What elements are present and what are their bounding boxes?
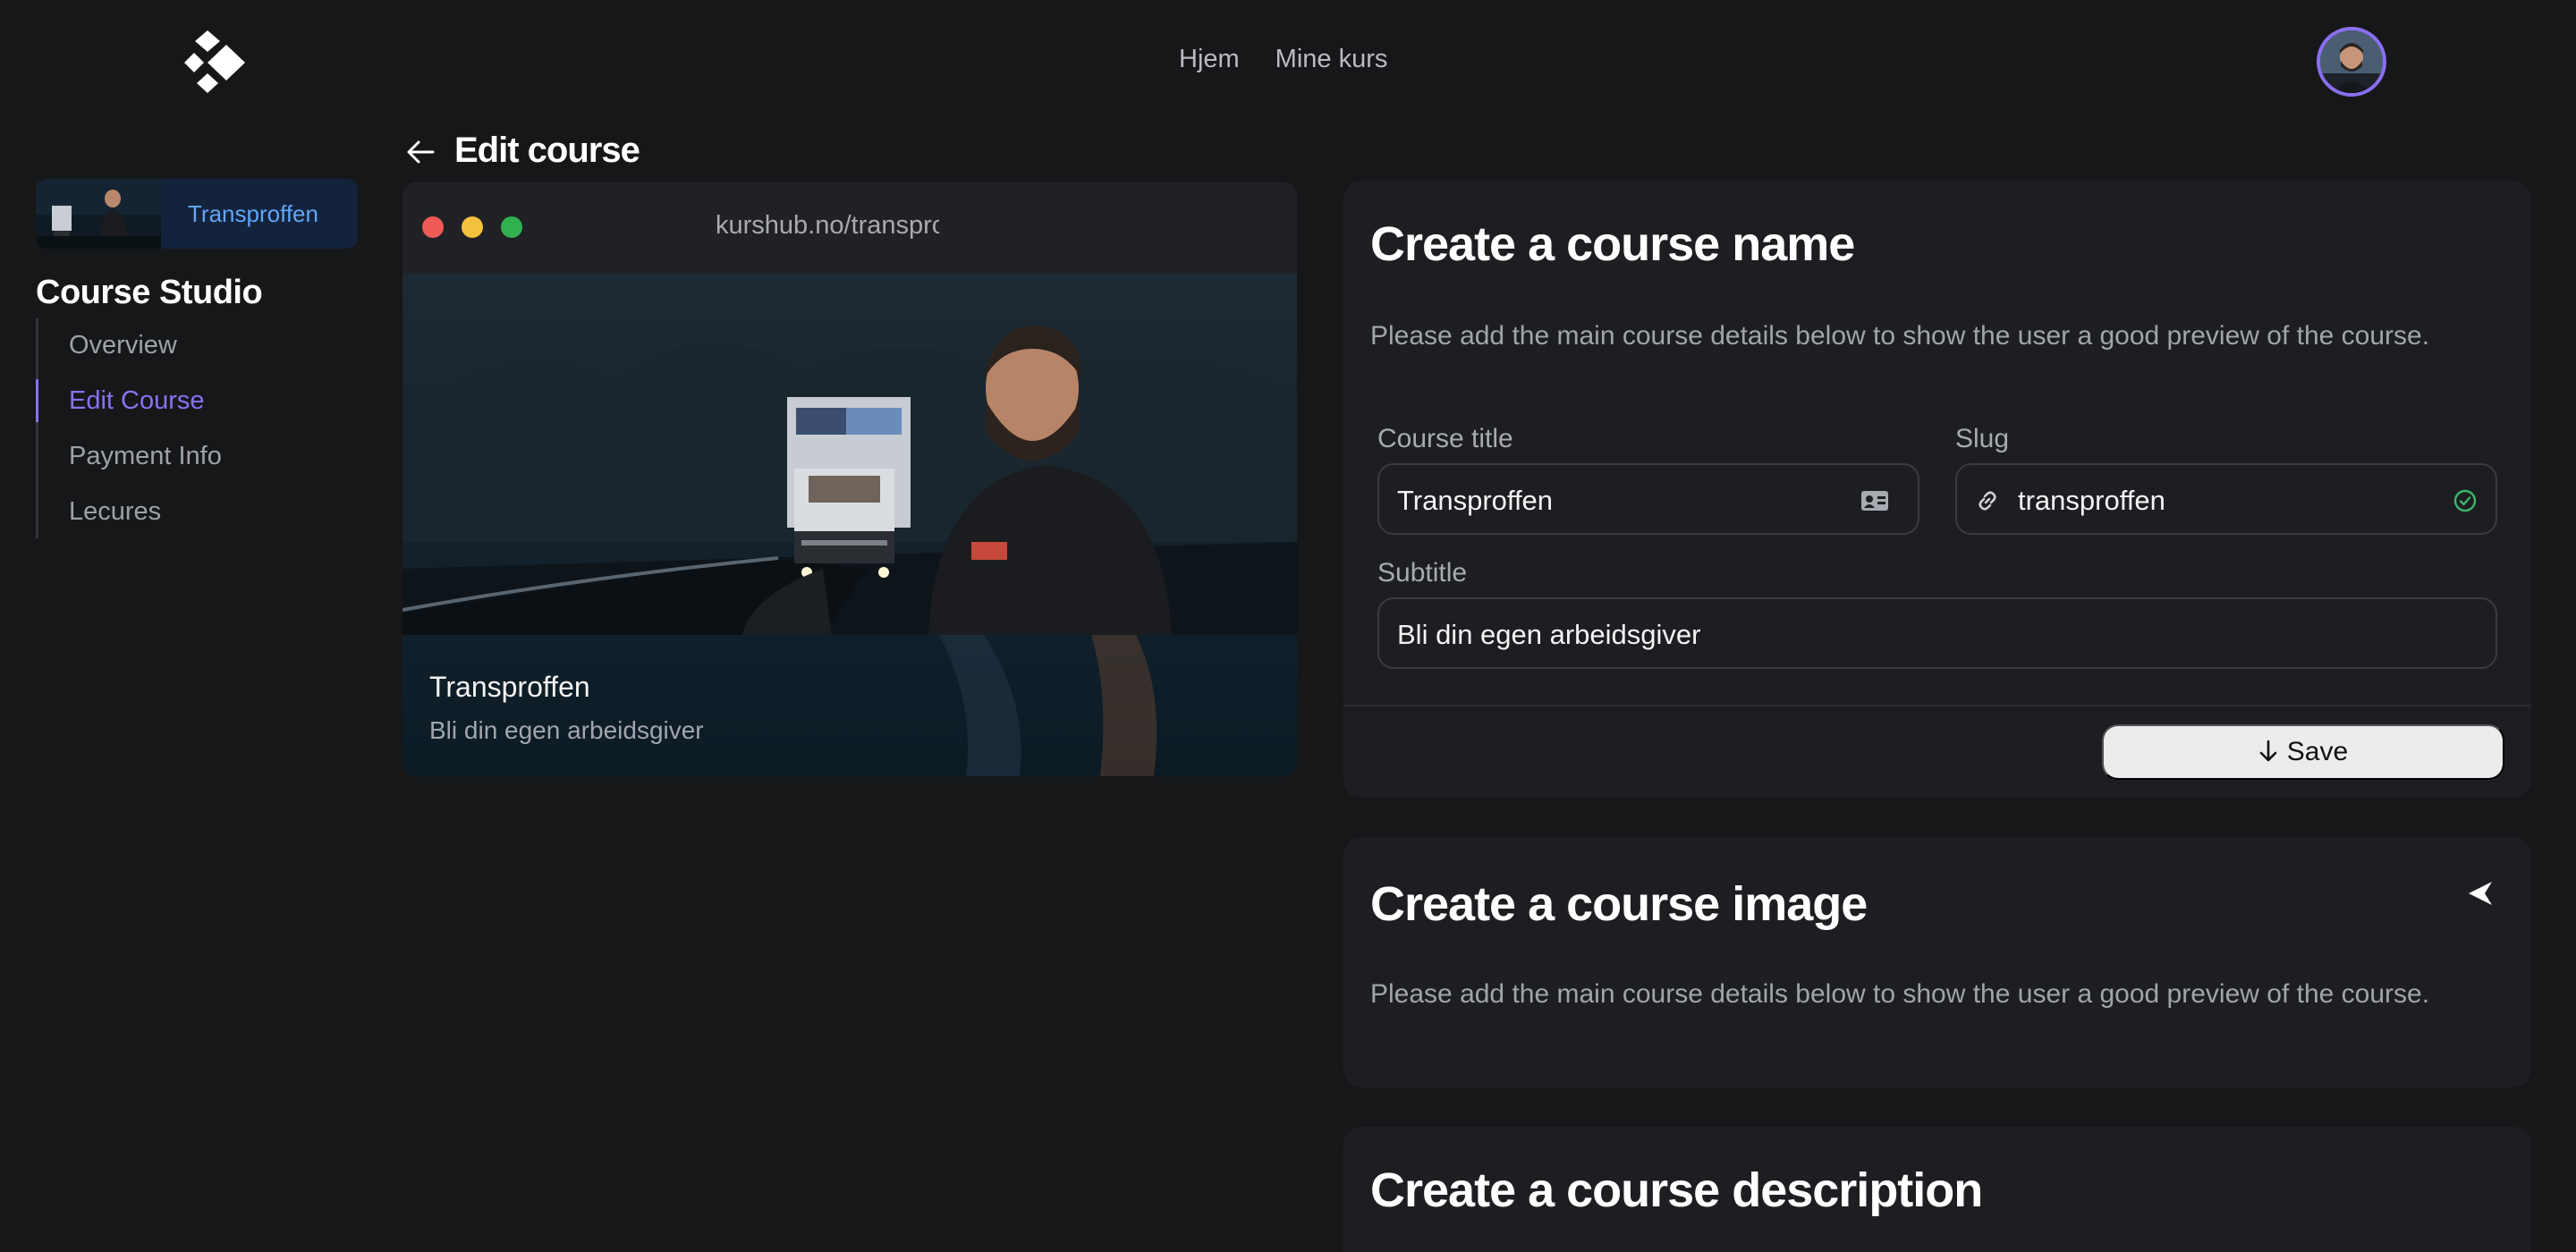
sidebar-item-edit-course[interactable]: Edit Course — [69, 386, 205, 416]
slug-value: transproffen — [2018, 485, 2165, 516]
course-name-card: Create a course name Please add the main… — [1343, 181, 2531, 798]
slug-field[interactable]: transproffen — [1955, 463, 2497, 535]
minimize-dot — [462, 216, 483, 238]
nav-link-my-courses[interactable]: Mine kurs — [1275, 45, 1388, 74]
preview-title: Transproffen — [429, 671, 590, 703]
subtitle-value: Bli din egen arbeidsgiver — [1397, 619, 1701, 650]
save-button-label: Save — [2286, 737, 2349, 766]
course-preview: kurshub.no/transproffen — [402, 182, 1297, 776]
course-switcher[interactable]: Transproffen — [36, 179, 358, 249]
main-nav: Hjem Mine kurs — [1179, 45, 1387, 74]
subtitle-field[interactable]: Bli din egen arbeidsgiver — [1377, 597, 2497, 669]
preview-caption: Transproffen Bli din egen arbeidsgiver — [429, 671, 704, 745]
close-dot — [422, 216, 444, 238]
arrow-left-icon[interactable] — [404, 136, 436, 168]
nav-link-home[interactable]: Hjem — [1179, 45, 1240, 74]
maximize-dot — [501, 216, 522, 238]
course-title-label: Course title — [1377, 424, 1513, 453]
studio-title: Course Studio — [36, 274, 263, 311]
card-divider — [1343, 705, 2531, 706]
course-thumbnail — [36, 179, 161, 249]
course-name-card-title: Create a course name — [1370, 217, 1855, 271]
page: Hjem Mine kurs Transproffen Course Studi… — [0, 0, 2576, 1252]
link-icon — [1973, 486, 2002, 515]
studio-nav: Overview Edit Course Payment Info Lecure… — [36, 318, 268, 538]
user-photo — [2320, 30, 2383, 93]
sidebar-item-payment-info[interactable]: Payment Info — [69, 442, 222, 471]
subtitle-label: Subtitle — [1377, 558, 1468, 588]
top-bar: Hjem Mine kurs — [0, 0, 2576, 125]
sidebar-item-overview[interactable]: Overview — [69, 331, 177, 360]
course-image-card-title: Create a course image — [1370, 877, 1868, 931]
active-indicator — [36, 379, 38, 422]
preview-subtitle: Bli din egen arbeidsgiver — [429, 716, 704, 744]
course-switcher-label: Transproffen — [188, 200, 318, 227]
arrow-down-icon — [2258, 740, 2278, 766]
preview-url: kurshub.no/transproffen — [716, 211, 939, 240]
check-circle-icon — [2451, 486, 2479, 515]
course-description-card: Create a course description — [1343, 1127, 2531, 1252]
course-title-value: Transproffen — [1397, 485, 1554, 516]
sidebar-item-lectures[interactable]: Lecures — [69, 497, 161, 527]
avatar[interactable] — [2317, 27, 2386, 97]
save-button[interactable]: Save — [2102, 724, 2504, 780]
course-description-card-title: Create a course description — [1370, 1163, 1983, 1217]
course-image-card-description: Please add the main course details below… — [1370, 979, 2430, 1009]
page-title: Edit course — [454, 131, 640, 170]
course-name-card-description: Please add the main course details below… — [1370, 321, 2430, 351]
course-title-field[interactable]: Transproffen — [1377, 463, 1919, 535]
course-image-card: Create a course image Please add the mai… — [1343, 837, 2531, 1087]
slug-label: Slug — [1955, 424, 2010, 453]
browser-bar: kurshub.no/transproffen — [402, 182, 1297, 274]
kurshub-logo[interactable] — [184, 30, 247, 93]
cursor-arrow-icon[interactable] — [2465, 878, 2496, 909]
id-card-icon — [1860, 486, 1889, 515]
